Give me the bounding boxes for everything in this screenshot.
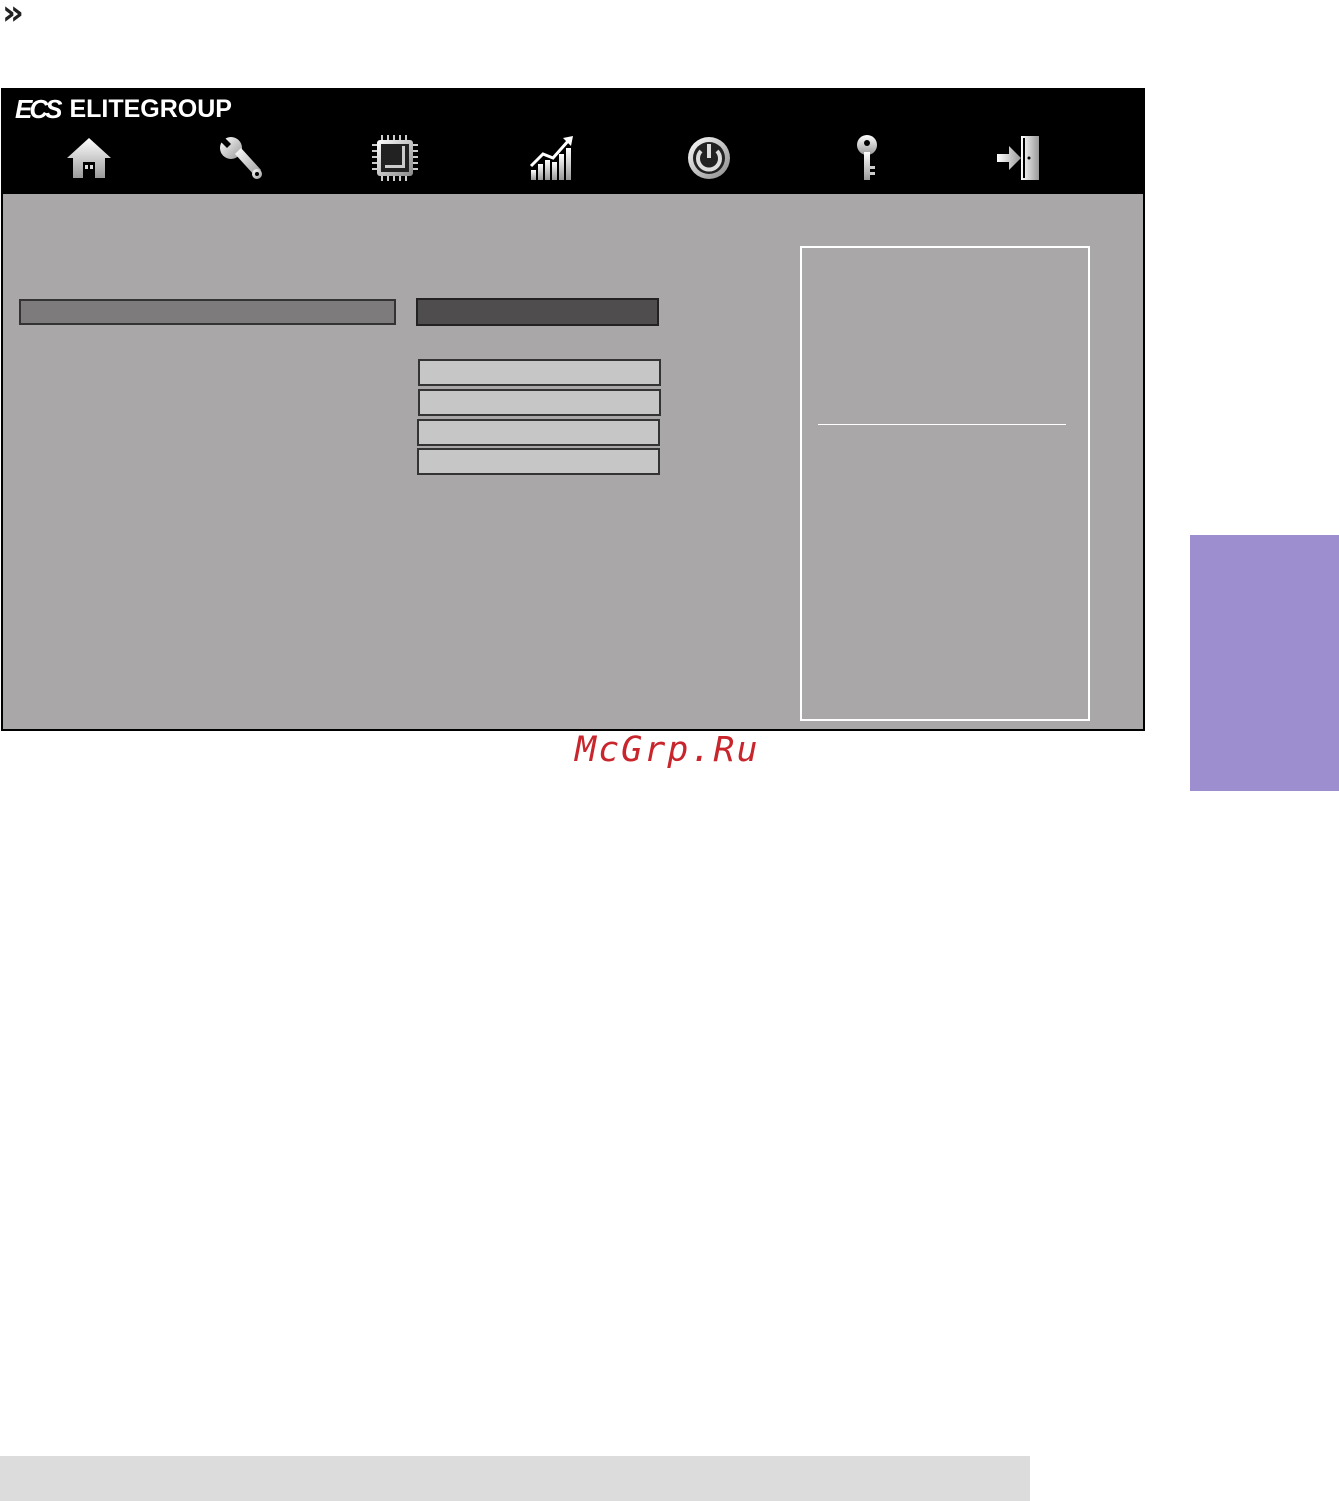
setting-value-selected[interactable]: [416, 298, 659, 326]
key-icon: [857, 135, 877, 180]
help-panel: [800, 246, 1090, 721]
chip-icon: [372, 135, 418, 181]
help-divider: [818, 424, 1066, 425]
option-item-4[interactable]: [417, 448, 660, 475]
chart-icon: [529, 136, 573, 180]
nav-performance-button[interactable]: [523, 130, 583, 186]
bios-window: ECS ELITEGROUP: [1, 88, 1145, 731]
power-icon: [688, 137, 730, 179]
option-item-1[interactable]: [418, 359, 661, 386]
watermark-text: McGrp.Ru: [575, 730, 760, 770]
option-item-2[interactable]: [418, 389, 661, 416]
nav-exit-button[interactable]: [989, 130, 1049, 186]
bios-topbar: ECS ELITEGROUP: [3, 90, 1143, 194]
option-item-3[interactable]: [417, 419, 660, 446]
exit-icon: [997, 136, 1039, 180]
setting-label-row: [19, 299, 396, 325]
wrench-icon: [220, 137, 262, 179]
footer-bar: [0, 1456, 1030, 1501]
brand-name: ELITEGROUP: [69, 94, 232, 123]
nav-boot-button[interactable]: [679, 130, 739, 186]
brand-logo: ECS ELITEGROUP: [15, 96, 232, 122]
nav-security-button[interactable]: [837, 130, 897, 186]
ecs-logo-mark: ECS: [15, 94, 63, 124]
nav-advanced-button[interactable]: [211, 130, 271, 186]
nav-chipset-button[interactable]: [365, 130, 425, 186]
chapter-side-tab: [1190, 535, 1339, 791]
chevron-icon: »: [2, 0, 24, 33]
home-icon: [67, 138, 111, 178]
nav-main-button[interactable]: [59, 130, 119, 186]
